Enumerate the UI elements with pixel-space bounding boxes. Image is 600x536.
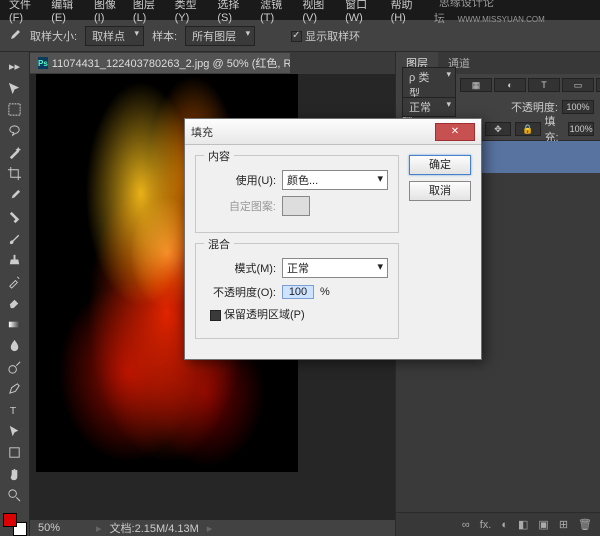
mode-dropdown[interactable]: 正常	[282, 258, 388, 278]
doc-status: 文档:2.15M/4.13M	[110, 520, 199, 536]
toolbar: ▸▸ T	[0, 52, 30, 536]
eyedropper-icon[interactable]	[6, 28, 22, 44]
sample-size-label: 取样大小:	[30, 28, 77, 44]
ps-icon: Ps	[38, 57, 48, 69]
menu-select[interactable]: 选择(S)	[212, 0, 255, 24]
menu-image[interactable]: 图像(I)	[89, 0, 128, 24]
fg-color-swatch[interactable]	[3, 513, 17, 527]
shape-tool[interactable]	[3, 442, 27, 463]
forum-watermark: 思缘设计论坛 WWW.MISSYUAN.COM	[429, 0, 596, 26]
lock-all-icon[interactable]: 🔒	[515, 122, 541, 136]
menu-filter[interactable]: 滤镜(T)	[255, 0, 297, 24]
marquee-tool[interactable]	[3, 99, 27, 120]
clone-stamp-tool[interactable]	[3, 249, 27, 270]
lasso-tool[interactable]	[3, 120, 27, 141]
mask-icon[interactable]: ◐	[501, 519, 508, 531]
menu-bar: 文件(F) 编辑(E) 图像(I) 图层(L) 类型(Y) 选择(S) 滤镜(T…	[0, 0, 600, 20]
opacity-input[interactable]: 100	[282, 285, 314, 299]
color-swatches[interactable]	[3, 513, 27, 536]
opacity-value[interactable]: 100%	[562, 100, 594, 114]
content-legend: 内容	[204, 148, 234, 164]
pattern-picker	[282, 196, 310, 216]
blend-mode-dropdown[interactable]: 正常	[402, 97, 456, 117]
menu-type[interactable]: 类型(Y)	[170, 0, 213, 24]
eraser-tool[interactable]	[3, 292, 27, 313]
zoom-level[interactable]: 50%	[38, 522, 88, 534]
link-layers-icon[interactable]: ∞	[462, 519, 470, 531]
document-tabs: Ps 11074431_122403780263_2.jpg @ 50% (红色…	[30, 52, 395, 74]
spot-heal-tool[interactable]	[3, 206, 27, 227]
menu-view[interactable]: 视图(V)	[297, 0, 340, 24]
ok-button[interactable]: 确定	[409, 155, 471, 175]
group-icon[interactable]: ▣	[538, 518, 548, 531]
blur-tool[interactable]	[3, 335, 27, 356]
dialog-title: 填充	[191, 124, 435, 140]
gradient-tool[interactable]	[3, 313, 27, 334]
expand-toolbar-icon[interactable]: ▸▸	[3, 56, 27, 77]
menu-window[interactable]: 窗口(W)	[340, 0, 385, 24]
new-layer-icon[interactable]: ⊞	[559, 518, 568, 531]
filter-shape-icon[interactable]: ▭	[562, 78, 594, 92]
move-tool[interactable]	[3, 77, 27, 98]
type-tool[interactable]: T	[3, 399, 27, 420]
show-ring-checkbox[interactable]: 显示取样环	[291, 28, 360, 44]
filter-pixel-icon[interactable]: ▦	[460, 78, 492, 92]
delete-layer-icon[interactable]: 🗑	[578, 518, 592, 531]
preserve-checkbox[interactable]: 保留透明区域(P)	[210, 306, 305, 322]
sample-size-dropdown[interactable]: 取样点	[85, 26, 144, 46]
lock-pos-icon[interactable]: ✥	[485, 122, 511, 136]
menu-edit[interactable]: 编辑(E)	[46, 0, 89, 24]
brush-tool[interactable]	[3, 228, 27, 249]
filter-adj-icon[interactable]: ◐	[494, 78, 526, 92]
dodge-tool[interactable]	[3, 356, 27, 377]
blend-legend: 混合	[204, 236, 234, 252]
menu-help[interactable]: 帮助(H)	[386, 0, 429, 24]
mode-label: 模式(M):	[206, 260, 276, 276]
zoom-tool[interactable]	[3, 485, 27, 506]
status-bar: 50% ▸ 文档:2.15M/4.13M ▸	[30, 520, 395, 536]
pattern-label: 自定图案:	[206, 198, 276, 214]
filter-type-icon[interactable]: T	[528, 78, 560, 92]
sample-from-label: 样本:	[152, 28, 177, 44]
svg-text:T: T	[10, 407, 17, 418]
crop-tool[interactable]	[3, 163, 27, 184]
adjustment-icon[interactable]: ◧	[518, 518, 528, 531]
layer-footer: ∞ fx. ◐ ◧ ▣ ⊞ 🗑	[396, 512, 600, 536]
use-dropdown[interactable]: 颜色...	[282, 170, 388, 190]
cancel-button[interactable]: 取消	[409, 181, 471, 201]
eyedropper-tool[interactable]	[3, 185, 27, 206]
fx-icon[interactable]: fx.	[480, 519, 492, 531]
document-tab-title: 11074431_122403780263_2.jpg @ 50% (红色, R…	[52, 55, 290, 71]
sample-from-dropdown[interactable]: 所有图层	[185, 26, 255, 46]
opacity-unit: %	[320, 286, 330, 298]
menu-file[interactable]: 文件(F)	[4, 0, 46, 24]
dialog-titlebar[interactable]: 填充 ✕	[185, 119, 481, 145]
path-select-tool[interactable]	[3, 421, 27, 442]
use-label: 使用(U):	[206, 172, 276, 188]
history-brush-tool[interactable]	[3, 271, 27, 292]
hand-tool[interactable]	[3, 464, 27, 485]
dialog-close-button[interactable]: ✕	[435, 123, 475, 141]
fill-value[interactable]: 100%	[568, 122, 594, 136]
magic-wand-tool[interactable]	[3, 142, 27, 163]
menu-layer[interactable]: 图层(L)	[128, 0, 170, 24]
pen-tool[interactable]	[3, 378, 27, 399]
opacity-label: 不透明度(O):	[206, 284, 276, 300]
fill-dialog: 填充 ✕ 确定 取消 内容 使用(U): 颜色... 自定图案: 混合 模式(M…	[184, 118, 482, 360]
filter-smart-icon[interactable]: ◧	[596, 78, 600, 92]
document-tab[interactable]: Ps 11074431_122403780263_2.jpg @ 50% (红色…	[30, 53, 290, 73]
